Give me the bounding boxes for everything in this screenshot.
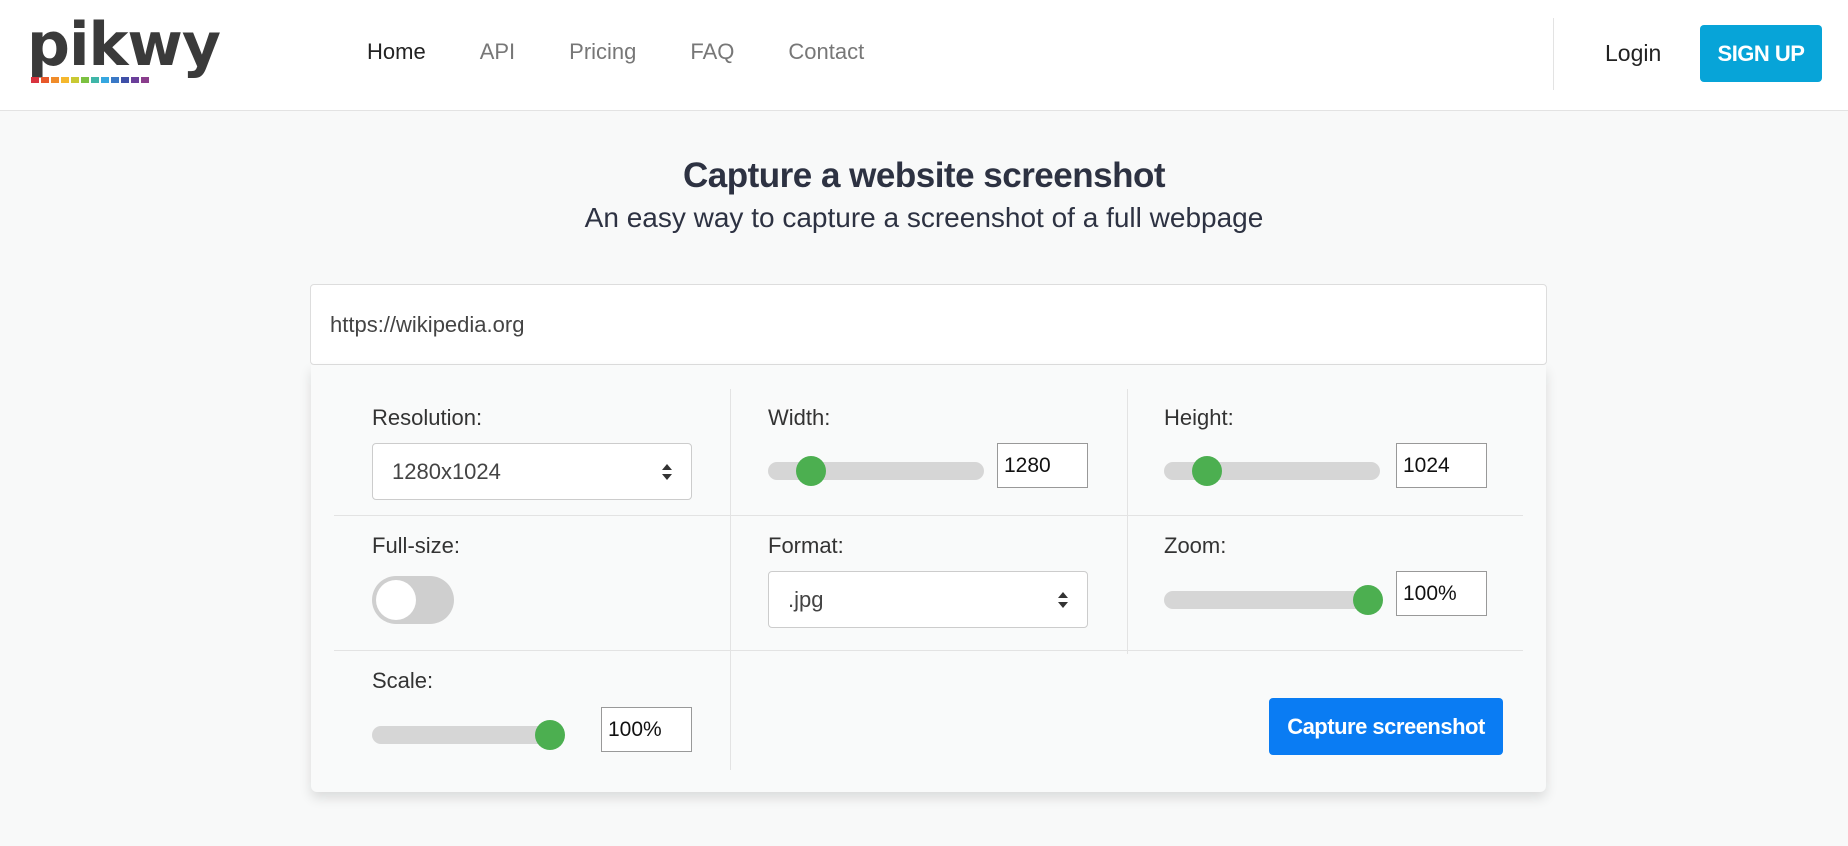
column-divider bbox=[1127, 389, 1128, 654]
scale-slider[interactable] bbox=[372, 720, 565, 750]
resolution-label: Resolution: bbox=[372, 405, 483, 430]
select-arrows-icon bbox=[662, 464, 672, 480]
fullsize-toggle-knob bbox=[376, 580, 416, 620]
main-nav: Home API Pricing FAQ Contact bbox=[367, 0, 918, 104]
capture-screenshot-button[interactable]: Capture screenshot bbox=[1269, 698, 1503, 755]
resolution-value: 1280x1024 bbox=[392, 458, 501, 484]
format-value: .jpg bbox=[788, 586, 824, 612]
row-divider bbox=[334, 515, 1523, 516]
header-divider bbox=[1553, 18, 1554, 90]
fullsize-label: Full-size: bbox=[372, 533, 461, 558]
height-slider[interactable] bbox=[1164, 456, 1380, 486]
scale-label: Scale: bbox=[372, 668, 434, 693]
page-subtitle: An easy way to capture a screenshot of a… bbox=[584, 202, 1264, 233]
zoom-slider[interactable] bbox=[1164, 585, 1383, 615]
fullsize-toggle[interactable] bbox=[372, 576, 454, 624]
logo-color-segment bbox=[31, 77, 39, 83]
scale-slider-thumb[interactable] bbox=[535, 720, 565, 750]
page-title: Capture a website screenshot bbox=[683, 156, 1166, 195]
zoom-slider-thumb[interactable] bbox=[1353, 585, 1383, 615]
width-slider-thumb[interactable] bbox=[796, 456, 826, 486]
zoom-input[interactable]: 100% bbox=[1396, 571, 1487, 616]
width-slider[interactable] bbox=[768, 456, 984, 486]
signup-button[interactable]: SIGN UP bbox=[1700, 25, 1822, 82]
width-input[interactable]: 1280 bbox=[997, 443, 1088, 488]
logo-color-segment bbox=[51, 77, 59, 83]
logo-color-segment bbox=[41, 77, 49, 83]
zoom-label: Zoom: bbox=[1164, 533, 1227, 558]
logo-color-segment bbox=[81, 77, 89, 83]
column-divider bbox=[730, 389, 731, 770]
scale-input[interactable]: 100% bbox=[601, 707, 692, 752]
nav-pricing[interactable]: Pricing bbox=[569, 39, 636, 65]
logo[interactable]: pikwy bbox=[27, 10, 221, 86]
logo-color-segment bbox=[141, 77, 149, 83]
logo-color-segment bbox=[61, 77, 69, 83]
width-label: Width: bbox=[768, 405, 831, 430]
logo-color-segment bbox=[71, 77, 79, 83]
format-label: Format: bbox=[768, 533, 844, 558]
options-panel: Resolution: 1280x1024 Width: 1280 Height… bbox=[311, 365, 1546, 792]
nav-faq[interactable]: FAQ bbox=[690, 39, 734, 65]
nav-contact[interactable]: Contact bbox=[788, 39, 864, 65]
header: pikwy Home API Pricing FAQ Contact Login… bbox=[0, 0, 1848, 111]
height-label: Height: bbox=[1164, 405, 1234, 430]
url-input[interactable] bbox=[310, 284, 1547, 365]
select-arrows-icon bbox=[1058, 592, 1068, 608]
height-input[interactable]: 1024 bbox=[1396, 443, 1487, 488]
nav-home[interactable]: Home bbox=[367, 39, 426, 65]
row-divider bbox=[334, 650, 1523, 651]
login-link[interactable]: Login bbox=[1605, 40, 1661, 67]
logo-color-segment bbox=[111, 77, 119, 83]
logo-text: pikwy bbox=[27, 10, 221, 80]
height-slider-thumb[interactable] bbox=[1192, 456, 1222, 486]
format-select[interactable]: .jpg bbox=[768, 571, 1088, 628]
logo-color-segment bbox=[101, 77, 109, 83]
logo-color-segment bbox=[121, 77, 129, 83]
nav-api[interactable]: API bbox=[480, 39, 515, 65]
resolution-select[interactable]: 1280x1024 bbox=[372, 443, 692, 500]
logo-color-segment bbox=[91, 77, 99, 83]
logo-color-segment bbox=[131, 77, 139, 83]
